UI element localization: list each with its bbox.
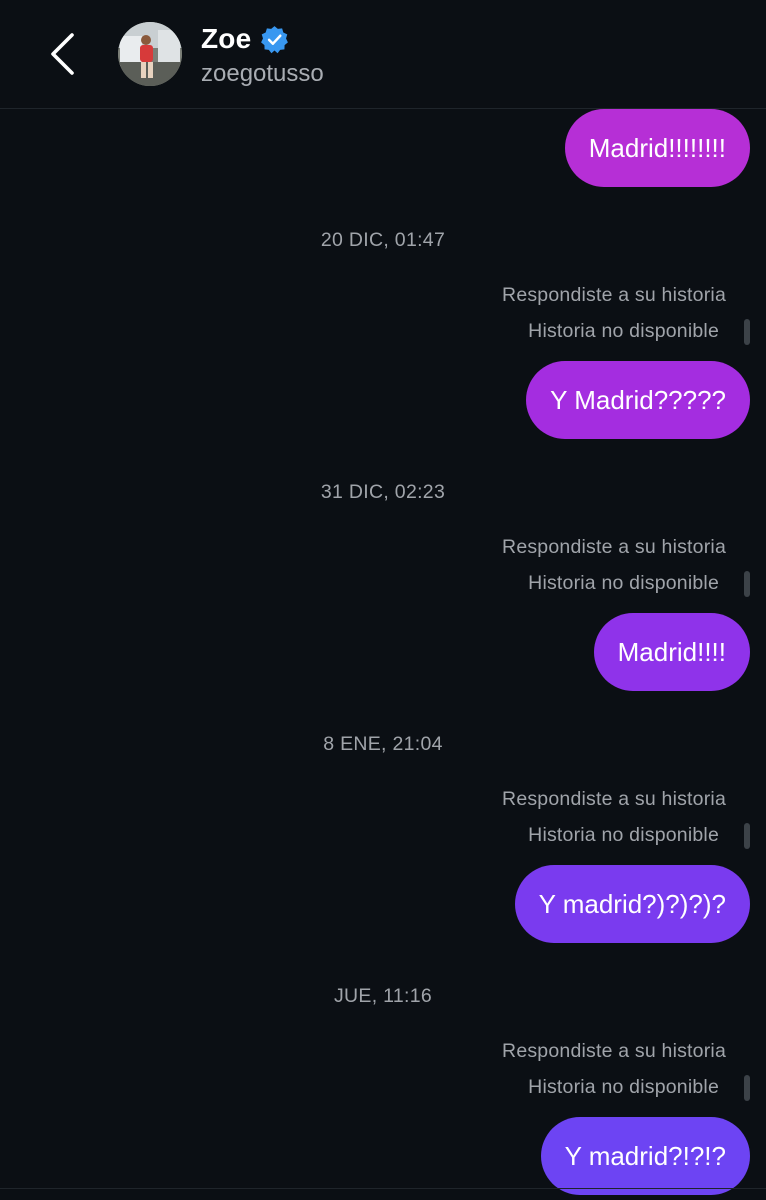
verified-badge-icon [261, 25, 289, 53]
sent-message-bubble[interactable]: Madrid!!!! [593, 613, 750, 691]
contact-name-row[interactable]: Zoe [201, 22, 289, 56]
message-timestamp: JUE, 11:16 [333, 985, 433, 1007]
avatar[interactable] [118, 22, 182, 86]
message-timestamp: 8 ENE, 21:04 [323, 733, 443, 755]
chat-header: Zoe zoegotusso [0, 0, 766, 109]
story-unavailable-text[interactable]: Historia no disponible [528, 320, 719, 343]
sent-message-bubble[interactable]: Madrid!!!!!!!! [564, 109, 750, 187]
message-text: Y Madrid????? [550, 384, 726, 415]
story-reply-label: Respondiste a su historia [502, 1040, 726, 1062]
sent-message-bubble[interactable]: Y madrid?)?)?)? [514, 865, 750, 943]
story-unavailable-text[interactable]: Historia no disponible [528, 824, 719, 847]
contact-name: Zoe [201, 23, 252, 54]
chat-screen: Zoe zoegotusso Madrid!!!!!!!! 20 DIC, 01… [0, 0, 766, 1200]
back-button[interactable] [40, 28, 84, 80]
story-unavailable-text[interactable]: Historia no disponible [528, 572, 719, 595]
sent-message-bubble[interactable]: Y Madrid????? [526, 361, 750, 439]
message-text: Y madrid?)?)?)? [538, 888, 726, 919]
sent-message-bubble[interactable]: Y madrid?!?!? [540, 1117, 750, 1195]
story-reply-label: Respondiste a su historia [502, 536, 726, 558]
chevron-left-icon [51, 33, 74, 75]
message-timestamp: 20 DIC, 01:47 [320, 229, 446, 251]
story-reply-label: Respondiste a su historia [502, 788, 726, 810]
message-text: Madrid!!!!!!!! [588, 132, 726, 163]
message-text: Y madrid?!?!? [564, 1140, 726, 1171]
message-text: Madrid!!!! [617, 636, 726, 667]
story-preview-bar [744, 319, 750, 345]
story-reply-label: Respondiste a su historia [502, 284, 726, 306]
story-preview-bar [744, 1075, 750, 1101]
divider [0, 1188, 766, 1189]
story-preview-bar [744, 571, 750, 597]
message-timestamp: 31 DIC, 02:23 [320, 481, 446, 503]
avatar-photo [118, 22, 182, 86]
story-preview-bar [744, 823, 750, 849]
story-unavailable-text[interactable]: Historia no disponible [528, 1076, 719, 1099]
contact-handle[interactable]: zoegotusso [201, 60, 324, 88]
